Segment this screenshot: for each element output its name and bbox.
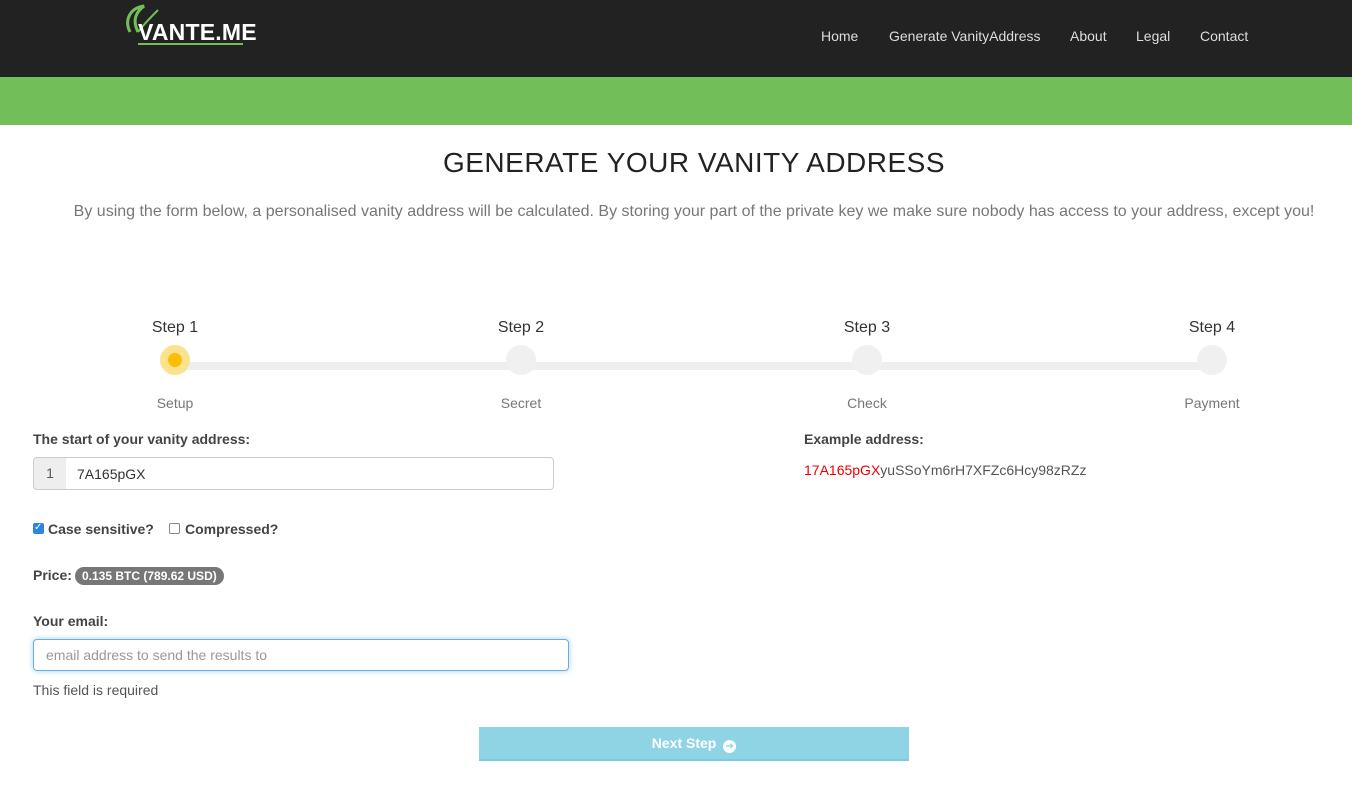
step-1-dot[interactable]	[160, 345, 190, 375]
step-1-title: Step 1	[151, 319, 199, 336]
nav-generate[interactable]: Generate VanityAddress	[889, 28, 1041, 44]
page-title: GENERATE YOUR VANITY ADDRESS	[442, 147, 946, 178]
step-4-dot[interactable]	[1197, 345, 1227, 375]
example-address-label: Example address:	[804, 431, 924, 447]
step-1-label: Setup	[156, 395, 194, 411]
price-label: Price:	[33, 567, 72, 583]
vanity-address-input[interactable]	[66, 457, 554, 490]
example-address-highlight: 17A165pGX	[804, 462, 881, 478]
vanity-input-group: 1	[33, 457, 554, 490]
example-address: 17A165pGXyuSSoYm6rH7XFZc6Hcy98zRZz	[804, 462, 1086, 478]
step-3-label: Check	[847, 395, 887, 411]
brand-logo[interactable]: VANTE.ME	[122, 2, 257, 48]
active-step-indicator	[168, 353, 182, 367]
logo-underline	[138, 43, 243, 45]
step-2-title: Step 2	[497, 319, 545, 336]
top-navbar: VANTE.ME Home Generate VanityAddress Abo…	[0, 0, 1352, 77]
next-step-label: Next Step	[651, 735, 717, 751]
email-label: Your email:	[33, 613, 109, 629]
step-2-label: Secret	[500, 395, 542, 411]
price-badge: 0.135 BTC (789.62 USD)	[75, 567, 224, 585]
vanity-prefix: 1	[33, 457, 67, 490]
step-3-title: Step 3	[843, 319, 891, 336]
nav-contact[interactable]: Contact	[1200, 28, 1248, 44]
step-4-label: Payment	[1184, 395, 1240, 411]
step-2-dot[interactable]	[506, 345, 536, 375]
compressed-checkbox[interactable]	[169, 523, 180, 534]
stepper-track	[175, 362, 1212, 370]
step-4-title: Step 4	[1188, 319, 1236, 336]
email-input[interactable]	[33, 639, 569, 671]
next-step-button[interactable]: Next Step ➜	[479, 727, 909, 761]
nav-home[interactable]: Home	[821, 28, 858, 44]
brand-name: VANTE.ME	[138, 19, 257, 45]
nav-about[interactable]: About	[1070, 28, 1107, 44]
intro-text: By using the form below, a personalised …	[73, 203, 1315, 220]
vanity-address-label: The start of your vanity address:	[33, 431, 251, 447]
example-address-rest: yuSSoYm6rH7XFZc6Hcy98zRZz	[880, 462, 1087, 478]
compressed-label[interactable]: Compressed?	[185, 521, 278, 537]
arrow-circle-right-icon: ➜	[723, 740, 737, 753]
nav-legal[interactable]: Legal	[1136, 28, 1170, 44]
step-3-dot[interactable]	[852, 345, 882, 375]
email-error-text: This field is required	[33, 682, 159, 698]
case-sensitive-checkbox[interactable]	[33, 522, 44, 534]
green-banner	[0, 77, 1352, 125]
case-sensitive-label[interactable]: Case sensitive?	[48, 521, 154, 537]
